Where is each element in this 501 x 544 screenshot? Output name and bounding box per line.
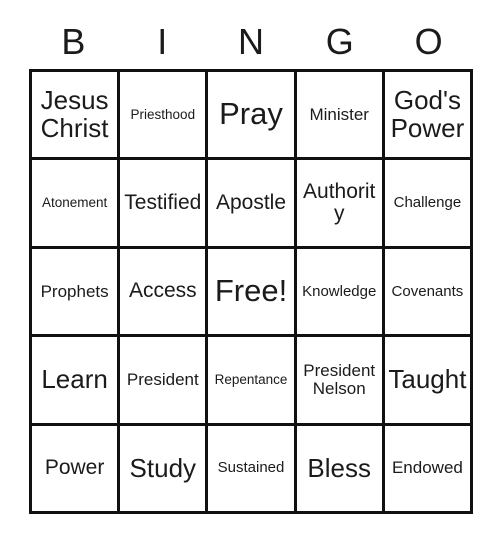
bingo-cell-label: Testified (124, 190, 202, 214)
bingo-row: Learn President Repentance President Nel… (32, 337, 474, 426)
bingo-cell-label: Free! (214, 273, 288, 309)
bingo-cell-n5[interactable]: Sustained (208, 425, 297, 515)
bingo-cell-label: Apostle (215, 190, 287, 214)
bingo-cell-n2[interactable]: Apostle (208, 160, 297, 249)
bingo-cell-g5[interactable]: Bless (296, 425, 385, 515)
bingo-header-row: B I N G O (29, 14, 473, 69)
bingo-row: Atonement Testified Apostle Authority Ch… (32, 160, 474, 249)
bingo-cell-label: Jesus Christ (40, 85, 109, 143)
bingo-cell-label: President Nelson (303, 360, 376, 398)
bingo-cell-i1[interactable]: Priesthood (120, 72, 209, 161)
bingo-cell-b2[interactable]: Atonement (32, 160, 121, 249)
bingo-cell-g3[interactable]: Knowledge (296, 248, 385, 338)
bingo-header-letter-o: O (414, 20, 443, 62)
bingo-cell-b4[interactable]: Learn (32, 337, 121, 426)
bingo-cell-label: Bless (307, 452, 371, 483)
bingo-row: Prophets Access Free! Knowledge Covenant… (32, 248, 474, 338)
bingo-cell-o2[interactable]: Challenge (384, 160, 474, 249)
bingo-cell-label: Priesthood (130, 106, 196, 122)
bingo-cell-n4[interactable]: Repentance (208, 337, 297, 426)
bingo-cell-o4[interactable]: Taught (384, 337, 474, 426)
bingo-card: B I N G O Jesus Christ Priesthood Pray M… (0, 0, 501, 544)
bingo-cell-label: Access (128, 279, 197, 303)
bingo-cell-n1[interactable]: Pray (208, 72, 297, 161)
bingo-grid: Jesus Christ Priesthood Pray Minister Go… (29, 69, 474, 515)
bingo-cell-g1[interactable]: Minister (296, 72, 385, 161)
bingo-cell-g4[interactable]: President Nelson (296, 337, 385, 426)
bingo-cell-g2[interactable]: Authority (296, 160, 385, 249)
bingo-cell-b5[interactable]: Power (32, 425, 121, 515)
bingo-row: Power Study Sustained Bless Endowed (32, 425, 474, 515)
bingo-cell-i2[interactable]: Testified (120, 160, 209, 249)
bingo-header-letter-g: G (325, 20, 354, 62)
bingo-cell-label: Knowledge (302, 282, 377, 300)
bingo-row: Jesus Christ Priesthood Pray Minister Go… (32, 72, 474, 161)
bingo-cell-label: Authority (303, 179, 376, 226)
bingo-cell-label: Challenge (393, 194, 462, 212)
bingo-cell-free-space[interactable]: Free! (208, 248, 297, 338)
bingo-cell-o5[interactable]: Endowed (384, 425, 474, 515)
bingo-cell-label: Endowed (391, 458, 463, 478)
bingo-header-letter-n: N (237, 20, 264, 62)
bingo-cell-i4[interactable]: President (120, 337, 209, 426)
bingo-cell-label: Minister (309, 104, 369, 124)
bingo-cell-label: President (126, 369, 199, 389)
bingo-cell-b1[interactable]: Jesus Christ (32, 72, 121, 161)
bingo-header-letter-i: I (157, 20, 168, 62)
bingo-header-letter-b: B (61, 20, 86, 62)
bingo-cell-label: Prophets (40, 281, 109, 301)
bingo-cell-b3[interactable]: Prophets (32, 248, 121, 338)
bingo-cell-label: Atonement (41, 194, 108, 210)
bingo-cell-label: Pray (219, 96, 283, 132)
bingo-cell-o3[interactable]: Covenants (384, 248, 474, 338)
bingo-cell-label: God's Power (390, 85, 465, 143)
bingo-cell-o1[interactable]: God's Power (384, 72, 474, 161)
bingo-cell-i3[interactable]: Access (120, 248, 209, 338)
bingo-cell-label: Sustained (217, 459, 285, 477)
bingo-cell-i5[interactable]: Study (120, 425, 209, 515)
bingo-cell-label: Covenants (391, 282, 464, 300)
bingo-cell-label: Repentance (214, 371, 288, 387)
bingo-cell-label: Learn (41, 364, 108, 395)
bingo-cell-label: Power (44, 456, 105, 480)
bingo-cell-label: Study (129, 452, 197, 483)
bingo-cell-label: Taught (388, 364, 467, 395)
